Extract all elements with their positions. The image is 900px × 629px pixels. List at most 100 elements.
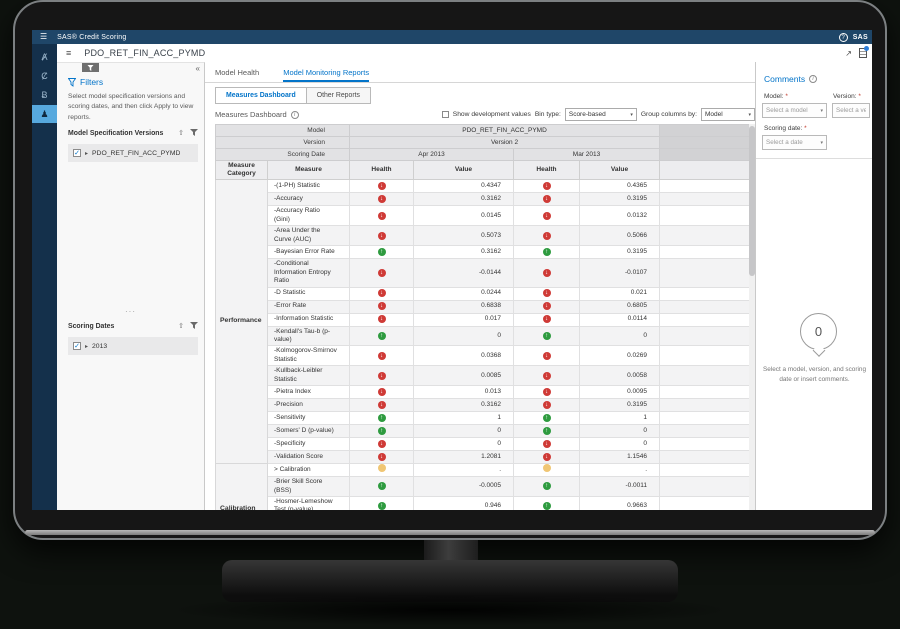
table-row[interactable]: -Area Under the Curve (AUC)↓0.5073↓0.506… — [216, 226, 756, 246]
health-red-icon: ↓ — [378, 388, 386, 396]
health-green-icon: ↑ — [378, 502, 386, 510]
measures-table: ModelPDO_RET_FIN_ACC_PYMDVersionVersion … — [215, 124, 755, 510]
value-cell: 0 — [414, 425, 514, 438]
table-row[interactable]: -Conditional Information Entropy Ratio↓-… — [216, 259, 756, 287]
checkbox[interactable]: ✓ — [73, 342, 81, 350]
object-list-icon[interactable]: ≡ — [66, 48, 71, 58]
filter-item[interactable]: ✓▸PDO_RET_FIN_ACC_PYMD — [68, 144, 198, 162]
filters-title: Filters — [80, 77, 103, 87]
column-header-health: Health — [350, 161, 414, 180]
comments-note-icon[interactable] — [859, 48, 867, 58]
expander-icon[interactable]: ▸ — [85, 343, 88, 350]
filter-item[interactable]: ✓ ▸ 2013 — [68, 337, 198, 355]
app-icon-3[interactable]: Ƀ — [32, 86, 57, 104]
health-cell: ↓ — [350, 366, 414, 386]
app-icon-2[interactable]: Ȼ — [32, 67, 57, 85]
filler-cell — [660, 125, 755, 137]
table-row[interactable]: -Accuracy↓0.3162↓0.3195 — [216, 193, 756, 206]
filler-cell — [660, 161, 755, 180]
table-row[interactable]: -Validation Score↓1.2081↓1.1546 — [216, 451, 756, 464]
app-icon-1[interactable]: Ⱥ — [32, 48, 57, 66]
table-row[interactable]: Performance-(1-PH) Statistic↓0.4347↓0.43… — [216, 180, 756, 193]
health-cell: ↓ — [350, 180, 414, 193]
column-header-measure-category: Measure Category — [216, 161, 268, 180]
filters-handle[interactable] — [82, 63, 99, 72]
table-row[interactable]: -Precision↓0.3162↓0.3195 — [216, 399, 756, 412]
expander-icon[interactable]: ▸ — [85, 150, 88, 157]
checkbox[interactable]: ✓ — [73, 149, 81, 157]
tab-model-monitoring-reports[interactable]: Model Monitoring Reports — [283, 68, 369, 82]
table-row[interactable]: -Bayesian Error Rate↑0.3162↑0.3195 — [216, 246, 756, 259]
expand-icon[interactable]: ↗ — [845, 49, 852, 58]
table-row[interactable]: Calibration> Calibration.. — [216, 464, 756, 477]
app-icon-credit-scoring[interactable]: ♟ — [32, 105, 57, 123]
health-green-icon: ↑ — [378, 414, 386, 422]
health-green-icon: ↑ — [378, 248, 386, 256]
panel-splitter[interactable]: ··· — [125, 310, 136, 314]
table-row[interactable]: -Hosmer-Lemeshow Test (p-value)↑0.946↑0.… — [216, 497, 756, 510]
comments-model-select[interactable]: Select a model ▾ — [762, 103, 827, 118]
table-row[interactable]: -Kullback-Leibler Statistic↓0.0085↓0.005… — [216, 366, 756, 386]
filter-section-header: Model Specification Versions⇧ — [68, 129, 198, 137]
info-icon[interactable]: i — [809, 75, 817, 83]
bin-type-value: Score-based — [569, 111, 606, 118]
value-cell: 0.4365 — [580, 180, 660, 193]
table-row[interactable]: -D Statistic↓0.0244↓0.021 — [216, 287, 756, 300]
value-cell: 0.013 — [414, 386, 514, 399]
subtab-other-reports[interactable]: Other Reports — [306, 87, 371, 104]
select-all-icon[interactable]: ⇧ — [178, 129, 184, 137]
help-icon[interactable]: ? — [839, 33, 848, 42]
subtab-measures-dashboard[interactable]: Measures Dashboard — [215, 87, 307, 104]
meta-label: Version — [216, 137, 350, 149]
table-row[interactable]: -Accuracy Ratio (Gini)↓0.0145↓0.0132 — [216, 206, 756, 226]
show-development-checkbox[interactable] — [442, 111, 449, 118]
measure-cell: -Error Rate — [268, 300, 350, 313]
tab-model-health[interactable]: Model Health — [215, 68, 259, 82]
comments-version-select[interactable]: Select a vers... — [832, 103, 870, 118]
value-cell: 0.946 — [414, 497, 514, 510]
health-cell: ↓ — [350, 451, 414, 464]
notification-badge — [864, 46, 869, 51]
group-columns-select[interactable]: Model ▾ — [701, 108, 755, 121]
measure-cell: -Specificity — [268, 438, 350, 451]
value-cell: 1.1546 — [580, 451, 660, 464]
value-cell: 0.3195 — [580, 246, 660, 259]
health-cell: ↓ — [514, 386, 580, 399]
table-row[interactable]: -Kolmogorov-Smirnov Statistic↓0.0368↓0.0… — [216, 346, 756, 366]
view-title: Measures Dashboard — [215, 110, 287, 119]
table-row[interactable]: -Error Rate↓0.6838↓0.6805 — [216, 300, 756, 313]
filler-cell — [660, 464, 755, 477]
filter-item-label: 2013 — [92, 343, 107, 350]
health-red-icon: ↓ — [543, 352, 551, 360]
filter-section-header: Scoring Dates⇧ — [68, 322, 198, 330]
value-cell: 0.5073 — [414, 226, 514, 246]
health-cell: ↓ — [514, 399, 580, 412]
hamburger-menu-icon[interactable]: ☰ — [40, 33, 47, 41]
measure-cell: -D Statistic — [268, 287, 350, 300]
table-row[interactable]: -Specificity↓0↓0 — [216, 438, 756, 451]
table-row[interactable]: -Brier Skill Score (BSS)↑-0.0005↑-0.0011 — [216, 477, 756, 497]
collapse-panel-icon[interactable]: « — [196, 64, 200, 73]
health-cell: ↓ — [350, 386, 414, 399]
value-cell: . — [414, 464, 514, 477]
table-row[interactable]: -Sensitivity↑1↑1 — [216, 412, 756, 425]
app-bar: ☰ SAS® Credit Scoring ? SAS — [32, 30, 872, 44]
value-cell: 0.017 — [414, 313, 514, 326]
select-all-icon[interactable]: ⇧ — [178, 322, 184, 330]
clear-filter-icon[interactable] — [190, 129, 198, 137]
health-red-icon: ↓ — [378, 289, 386, 297]
health-red-icon: ↓ — [543, 453, 551, 461]
health-red-icon: ↓ — [378, 182, 386, 190]
table-row[interactable]: -Kendall's Tau-b (p-value)↑0↑0 — [216, 326, 756, 346]
table-row[interactable]: -Information Statistic↓0.017↓0.0114 — [216, 313, 756, 326]
table-meta-row: Scoring DateApr 2013Mar 2013 — [216, 149, 756, 161]
filler-cell — [660, 497, 755, 510]
comments-scoring-select[interactable]: Select a date ▾ — [762, 135, 827, 150]
table-row[interactable]: -Somers' D (p-value)↑0↑0 — [216, 425, 756, 438]
health-red-icon: ↓ — [543, 269, 551, 277]
info-icon[interactable]: i — [291, 111, 299, 119]
clear-filter-icon[interactable] — [190, 322, 198, 330]
table-row[interactable]: -Pietra Index↓0.013↓0.0095 — [216, 386, 756, 399]
value-cell: 0.5066 — [580, 226, 660, 246]
bin-type-select[interactable]: Score-based ▾ — [565, 108, 637, 121]
